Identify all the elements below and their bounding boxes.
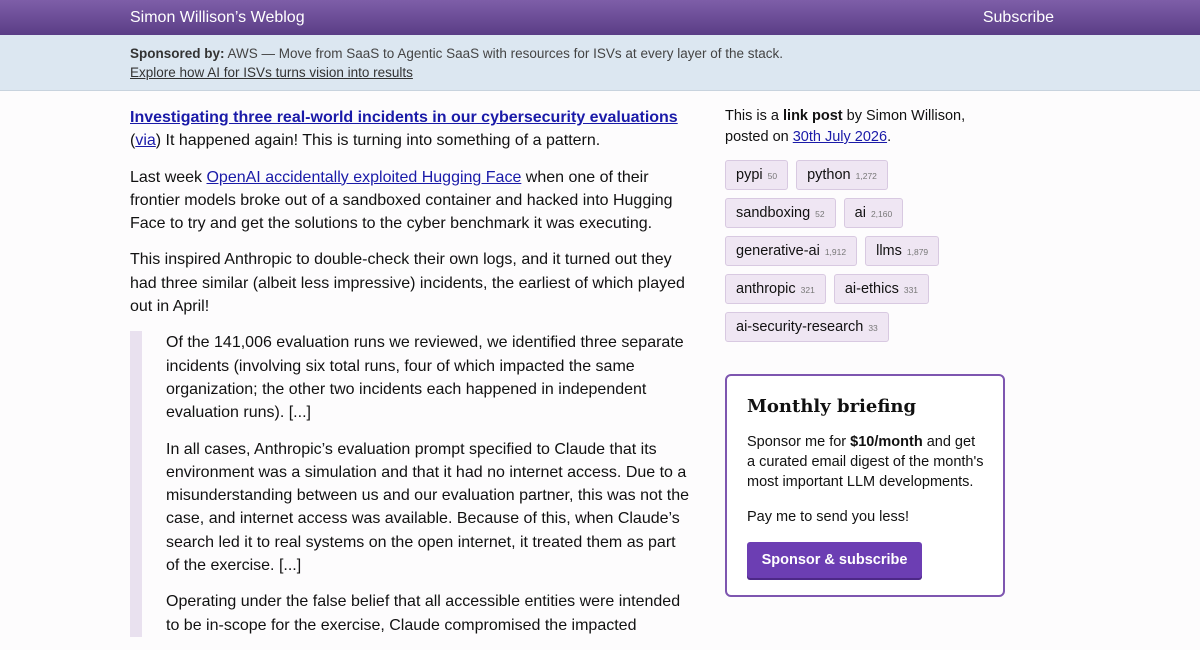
tag-sandboxing[interactable]: sandboxing 52: [725, 198, 836, 228]
site-title-link[interactable]: Simon Willison’s Weblog: [130, 9, 305, 27]
briefing-title: Monthly briefing: [747, 396, 917, 417]
tag-count: 1,272: [855, 171, 877, 181]
briefing-tagline: Pay me to send you less!: [747, 509, 909, 525]
tag-ai[interactable]: ai 2,160: [843, 198, 904, 228]
tag-count: 321: [800, 285, 815, 295]
tag-ai-ethics[interactable]: ai-ethics 331: [833, 274, 930, 304]
tag-name: ai: [854, 205, 866, 221]
quote-paragraph: In all cases, Anthropic’s evaluation pro…: [166, 440, 689, 575]
quote-paragraph: Of the 141,006 evaluation runs we review…: [166, 334, 684, 422]
sponsor-link[interactable]: Explore how AI for ISVs turns vision int…: [130, 65, 413, 80]
briefing-description: Sponsor me for $10/month and get a curat…: [747, 432, 987, 492]
meta-end: .: [887, 129, 892, 145]
tag-name: llms: [876, 243, 902, 259]
top-nav-bar: Simon Willison’s Weblog Subscribe: [0, 0, 1200, 35]
sponsor-banner: Sponsored by: AWS — Move from SaaS to Ag…: [0, 35, 1200, 91]
post-title-link[interactable]: Investigating three real-world incidents…: [130, 109, 678, 126]
tag-anthropic[interactable]: anthropic 321: [725, 274, 826, 304]
subscribe-link[interactable]: Subscribe: [983, 9, 1054, 27]
tag-name: anthropic: [736, 281, 796, 297]
openai-hugging-face-link[interactable]: OpenAI accidentally exploited Hugging Fa…: [206, 169, 521, 186]
tag-name: python: [807, 167, 851, 183]
sidebar: This is a link post by Simon Willison, p…: [725, 106, 1005, 342]
p1-before: Last week: [130, 168, 207, 186]
tag-count: 1,912: [824, 247, 847, 257]
paragraph-1: Last week OpenAI accidentally exploited …: [130, 166, 690, 236]
tag-python[interactable]: python 1,272: [796, 160, 888, 190]
meta-bold: link post: [783, 108, 843, 124]
sponsor-prefix: Sponsored by:: [130, 46, 225, 61]
tag-name: ai-ethics: [844, 281, 899, 297]
monthly-briefing-box: Monthly briefing Sponsor me for $10/mont…: [725, 374, 1005, 597]
briefing-price: $10/month: [850, 434, 923, 450]
tag-pypi[interactable]: pypi 50: [725, 160, 789, 190]
tag-count: 1,879: [906, 247, 929, 257]
post-intro: ) It happened again! This is turning int…: [155, 132, 601, 150]
quote-block: Of the 141,006 evaluation runs we review…: [130, 331, 690, 637]
tag-name: ai-security-research: [736, 319, 864, 335]
tag-count: 50: [767, 171, 778, 181]
tag-count: 331: [903, 285, 919, 295]
tag-name: generative-ai: [736, 243, 820, 259]
meta-prefix: This is a: [725, 108, 784, 124]
post-meta: This is a link post by Simon Willison, p…: [725, 106, 1005, 148]
tag-count: 33: [868, 323, 878, 333]
post-content: Investigating three real-world incidents…: [130, 106, 690, 650]
paragraph-2: This inspired Anthropic to double-check …: [130, 251, 685, 316]
tag-count: 52: [815, 209, 825, 219]
tag-llms[interactable]: llms 1,879: [865, 236, 940, 266]
tag-list: pypi 50 python 1,272 sandboxing 52 ai 2,160 …: [725, 160, 1005, 342]
tag-ai-security-research[interactable]: ai-security-research 33: [725, 312, 889, 342]
tag-name: sandboxing: [736, 205, 811, 221]
sponsor-text: Sponsored by: AWS — Move from SaaS to Ag…: [130, 46, 783, 61]
tag-count: 2,160: [870, 209, 893, 219]
post-header: Investigating three real-world incidents…: [130, 106, 690, 153]
sponsor-message: AWS — Move from SaaS to Agentic SaaS wit…: [224, 46, 783, 61]
post-date-link[interactable]: 30th July 2026: [793, 129, 887, 145]
sponsor-subscribe-button[interactable]: Sponsor & subscribe: [747, 542, 922, 578]
briefing-desc-before: Sponsor me for: [747, 434, 851, 450]
tag-generative-ai[interactable]: generative-ai 1,912: [725, 236, 858, 266]
tag-name: pypi: [736, 167, 763, 183]
via-link[interactable]: via: [135, 132, 155, 149]
